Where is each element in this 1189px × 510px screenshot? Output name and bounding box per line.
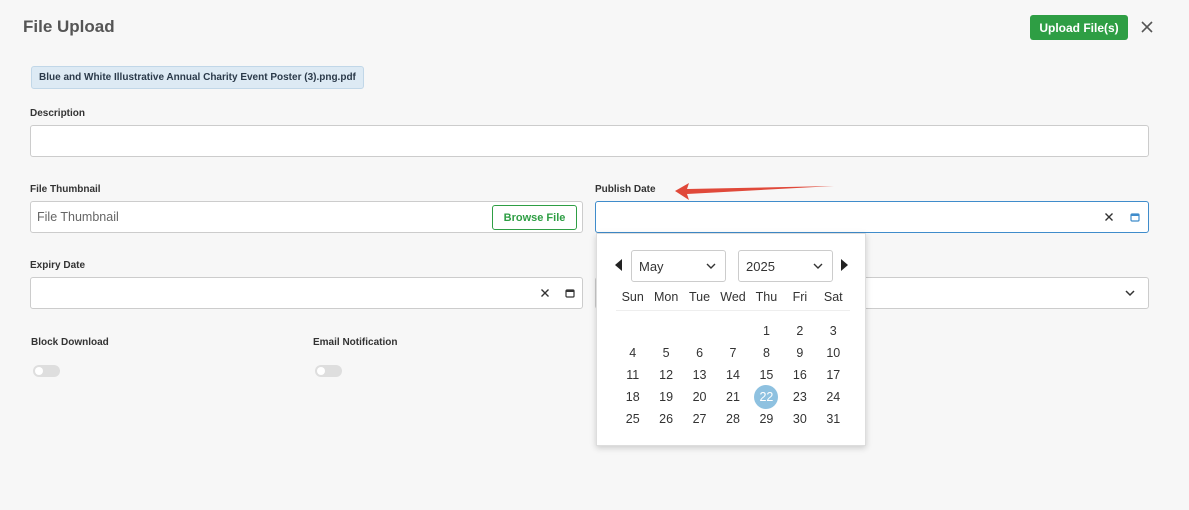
email-notification-label: Email Notification [313, 337, 398, 348]
annotation-arrow [675, 183, 834, 200]
calendar-day[interactable]: 9 [783, 342, 816, 364]
weekday-label: Thu [755, 290, 778, 304]
year-select-value: 2025 [746, 258, 775, 274]
calendar-day[interactable]: 31 [817, 408, 850, 430]
weekday-label: Sun [621, 290, 644, 304]
calendar-day[interactable]: 20 [683, 386, 716, 408]
calendar-day-selected[interactable]: 22 [750, 385, 783, 409]
year-select[interactable]: 2025 [738, 250, 833, 282]
month-select-value: May [639, 258, 664, 274]
calendar-day[interactable]: 10 [817, 342, 850, 364]
calendar-day[interactable]: 15 [750, 364, 783, 386]
calendar-blank-cell [683, 320, 716, 342]
chevron-down-icon [813, 263, 823, 269]
calendar-blank-cell [616, 320, 649, 342]
calendar-day[interactable]: 26 [649, 408, 682, 430]
description-label: Description [30, 108, 86, 119]
weekday-label: Sat [823, 290, 843, 304]
clear-expiry-date-icon[interactable] [540, 288, 550, 298]
date-picker-popup: May 2025 Sun Mon Tue Wed Thu Fri Sat 123… [596, 233, 866, 446]
calendar-icon[interactable] [1130, 212, 1140, 222]
expiry-date-input[interactable] [30, 277, 583, 309]
calendar-day[interactable]: 17 [817, 364, 850, 386]
file-thumbnail-label: File Thumbnail [30, 184, 101, 195]
calendar-day[interactable]: 29 [750, 408, 783, 430]
calendar-day[interactable]: 13 [683, 364, 716, 386]
page-title: File Upload [23, 17, 115, 36]
calendar-day[interactable]: 25 [616, 408, 649, 430]
chevron-down-icon[interactable] [1124, 288, 1136, 298]
weekday-label: Wed [720, 290, 746, 304]
calendar-day[interactable]: 19 [649, 386, 682, 408]
chevron-down-icon [706, 263, 716, 269]
calendar-day[interactable]: 23 [783, 386, 816, 408]
calendar-day[interactable]: 16 [783, 364, 816, 386]
next-month-icon[interactable] [840, 259, 848, 271]
previous-month-icon[interactable] [615, 259, 623, 271]
calendar-day[interactable]: 8 [750, 342, 783, 364]
calendar-day[interactable]: 6 [683, 342, 716, 364]
calendar-day[interactable]: 24 [817, 386, 850, 408]
calendar-day[interactable]: 7 [716, 342, 749, 364]
calendar-day[interactable]: 2 [783, 320, 816, 342]
upload-files-button[interactable]: Upload File(s) [1030, 15, 1128, 40]
block-download-label: Block Download [31, 337, 109, 348]
calendar-day[interactable]: 28 [716, 408, 749, 430]
calendar-day[interactable]: 14 [716, 364, 749, 386]
publish-date-input[interactable] [595, 201, 1149, 233]
calendar-day[interactable]: 21 [716, 386, 749, 408]
block-download-toggle[interactable] [33, 365, 60, 377]
calendar-blank-cell [716, 320, 749, 342]
calendar-day[interactable]: 5 [649, 342, 682, 364]
email-notification-toggle[interactable] [315, 365, 342, 377]
weekday-label: Tue [689, 290, 711, 304]
calendar-day[interactable]: 3 [817, 320, 850, 342]
expiry-date-label: Expiry Date [30, 260, 86, 271]
calendar-blank-cell [649, 320, 682, 342]
weekday-header: Sun Mon Tue Wed Thu Fri Sat [616, 290, 850, 311]
calendar-day[interactable]: 4 [616, 342, 649, 364]
weekday-label: Fri [792, 290, 808, 304]
calendar-day[interactable]: 12 [649, 364, 682, 386]
close-icon[interactable] [1139, 19, 1155, 35]
calendar-days-grid: 1 2 3 4 5 6 7 8 9 10 11 12 13 14 15 16 17 18 19 20 21 22 23 24 2… [616, 320, 850, 430]
calendar-day[interactable]: 30 [783, 408, 816, 430]
clear-publish-date-icon[interactable] [1104, 212, 1114, 222]
expiry-calendar-icon[interactable] [565, 288, 575, 298]
browse-file-button[interactable]: Browse File [492, 205, 577, 230]
calendar-day[interactable]: 1 [750, 320, 783, 342]
calendar-day[interactable]: 27 [683, 408, 716, 430]
calendar-day[interactable]: 11 [616, 364, 649, 386]
weekday-label: Mon [653, 290, 679, 304]
month-select[interactable]: May [631, 250, 726, 282]
calendar-day[interactable]: 18 [616, 386, 649, 408]
description-input[interactable] [30, 125, 1149, 157]
file-thumbnail-placeholder: File Thumbnail [37, 210, 119, 224]
publish-date-label: Publish Date [595, 184, 656, 195]
selected-file-chip: Blue and White Illustrative Annual Chari… [31, 66, 364, 89]
